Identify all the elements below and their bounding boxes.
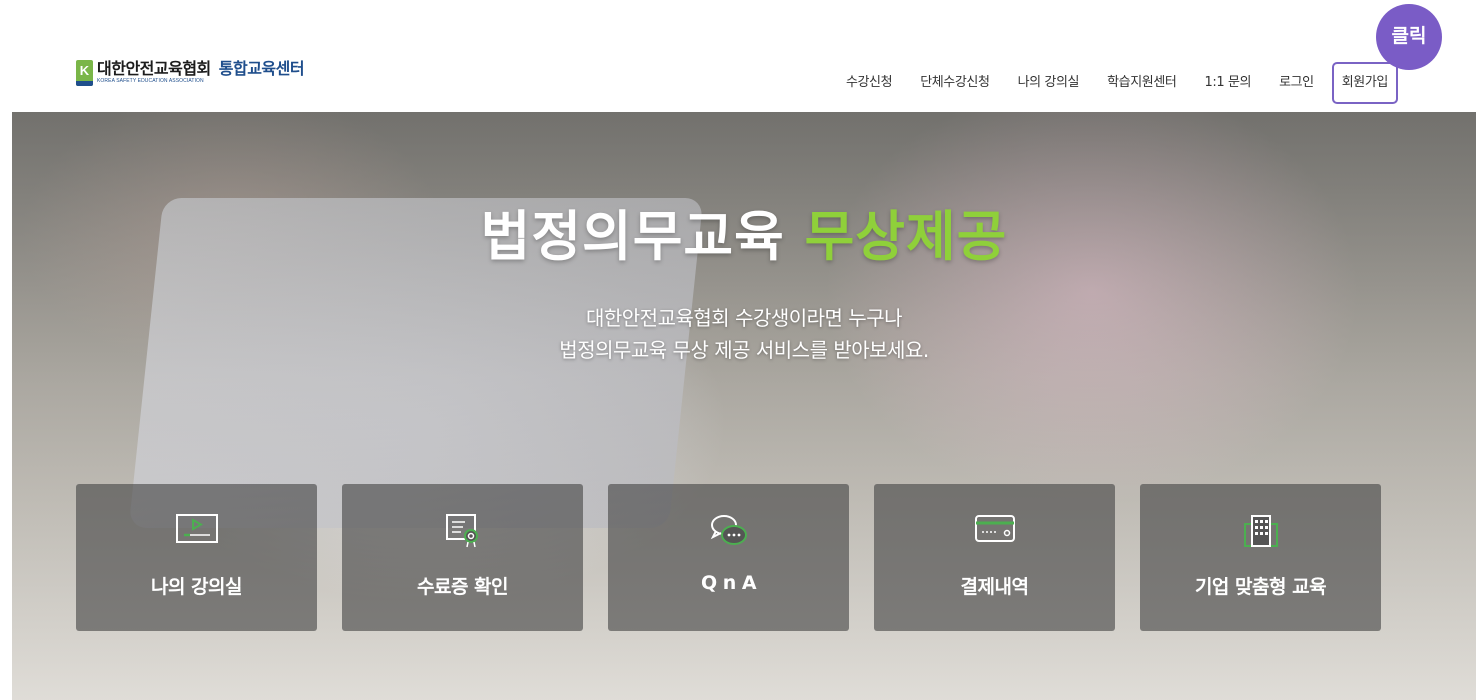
nav-item-my-classroom[interactable]: 나의 강의실 [1018,69,1080,97]
quick-card-qna[interactable]: Q n A [608,484,849,631]
video-player-icon [76,514,317,548]
signup-button[interactable]: 회원가입 [1331,62,1398,104]
chat-bubbles-icon [608,514,849,548]
hero-subtitle-line1: 대한안전교육협회 수강생이라면 누구나 [585,306,903,330]
building-icon [1140,514,1381,548]
hero-title: 법정의무교육 무상제공 [12,202,1476,272]
click-callout-badge: 클릭 [1376,4,1442,70]
hero-subtitle: 대한안전교육협회 수강생이라면 누구나 법정의무교육 무상 제공 서비스를 받아… [12,302,1476,366]
quick-card-my-classroom[interactable]: 나의 강의실 [76,484,317,631]
credit-card-icon [874,514,1115,548]
nav-item-group-apply[interactable]: 단체수강신청 [920,69,990,97]
logo-name: 대한안전교육협회 [97,59,211,78]
quick-card-corporate-training[interactable]: 기업 맞춤형 교육 [1140,484,1381,631]
card-label: 나의 강의실 [150,576,243,598]
nav-item-course-apply[interactable]: 수강신청 [846,69,893,97]
certificate-icon [342,514,583,548]
logo-center-name: 통합교육센터 [218,59,305,78]
nav-item-login[interactable]: 로그인 [1279,69,1314,97]
nav-item-inquiry[interactable]: 1:1 문의 [1204,69,1251,97]
hero-subtitle-line2: 법정의무교육 무상 제공 서비스를 받아보세요. [559,338,929,362]
site-logo[interactable]: K 대한안전교육협회 KOREA SAFETY EDUCATION ASSOCI… [76,59,305,86]
card-label: 결제내역 [960,576,1029,598]
quick-card-certificate[interactable]: 수료증 확인 [342,484,583,631]
quick-card-payment-history[interactable]: 결제내역 [874,484,1115,631]
hero-banner: 법정의무교육 무상제공 대한안전교육협회 수강생이라면 누구나 법정의무교육 무… [12,112,1476,700]
card-label: 기업 맞춤형 교육 [1194,576,1327,598]
quick-menu: 나의 강의실 수료증 확인 Q n A 결제내역 기업 맞춤형 교육 [76,484,1381,631]
logo-mark: K [76,60,93,86]
hero-title-main: 법정의무교육 [480,205,785,268]
site-header: K 대한안전교육협회 KOREA SAFETY EDUCATION ASSOCI… [0,0,1476,112]
logo-text: 대한안전교육협회 KOREA SAFETY EDUCATION ASSOCIAT… [97,60,211,85]
logo-subtitle: KOREA SAFETY EDUCATION ASSOCIATION [97,78,204,84]
main-nav: 수강신청 단체수강신청 나의 강의실 학습지원센터 1:1 문의 로그인 회원가… [818,62,1398,104]
nav-item-support-center[interactable]: 학습지원센터 [1107,69,1177,97]
card-label: 수료증 확인 [416,576,509,598]
hero-title-highlight: 무상제공 [804,205,1008,268]
card-label: Q n A [700,572,757,594]
